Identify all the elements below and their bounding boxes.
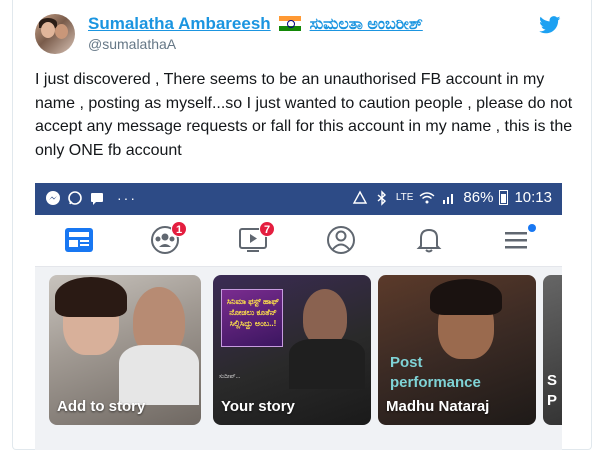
story-label: Add to story [57, 398, 146, 415]
battery-percent: 86% [463, 189, 494, 206]
wifi-icon [419, 191, 435, 203]
story-overlay-text: Post performance [390, 354, 481, 391]
battery-icon [499, 190, 509, 205]
name-line: Sumalatha Ambareesh ಸುಮಲತಾ ಅಂಬರೀಶ್ [88, 14, 423, 34]
drive-icon [352, 190, 367, 204]
network-type: LTE [395, 192, 414, 203]
avatar[interactable] [35, 14, 75, 54]
display-name-link[interactable]: Sumalatha Ambareesh [88, 14, 271, 33]
story-label: Your story [221, 398, 295, 415]
nav-groups[interactable]: 1 [149, 221, 187, 257]
groups-badge: 1 [171, 221, 187, 237]
signal-icon [443, 193, 454, 204]
nav-news-feed[interactable] [63, 225, 97, 257]
clock: 10:13 [514, 189, 552, 206]
chat-icon [91, 193, 103, 205]
tweet-card: Sumalatha Ambareesh ಸುಮಲತಾ ಅಂಬರೀಶ್ @suma… [12, 0, 592, 450]
story-your-story[interactable]: ಸಿನಿಮಾ ಫಸ್ಟ್ ಹಾಫ್ ನೋಡಲು ಕೂತೆನ್ ಸಿಲ್ಲಿಸಿದ… [213, 275, 371, 425]
story-add-to-story[interactable]: Add to story [49, 275, 201, 425]
story-photo-man [303, 289, 347, 345]
nav-watch[interactable]: 7 [237, 221, 275, 257]
more-notifications: ··· [117, 190, 137, 206]
bell-icon [416, 228, 442, 253]
story-caption: ಸುದೀಪ್... [219, 374, 241, 380]
nav-profile[interactable] [325, 225, 359, 257]
messenger-icon [46, 191, 60, 205]
watch-badge: 7 [259, 221, 275, 237]
india-flag-icon [279, 16, 302, 31]
story-partial[interactable]: S P [543, 275, 562, 425]
menu-notification-dot [528, 224, 536, 232]
bluetooth-icon [377, 189, 386, 206]
stories-tray: Add to story ಸಿನಿಮಾ ಫಸ್ಟ್ ಹಾಫ್ ನೋಡಲು ಕೂತ… [35, 267, 562, 450]
news-feed-icon [65, 228, 93, 252]
twitter-bird-icon[interactable] [539, 16, 561, 34]
phone-status-bar: ··· LTE 86% 10:13 [35, 183, 562, 215]
story-poster: ಸಿನಿಮಾ ಫಸ್ಟ್ ಹಾಫ್ ನೋಡಲು ಕೂತೆನ್ ಸಿಲ್ಲಿಸಿದ… [221, 289, 283, 347]
nav-menu[interactable] [501, 224, 536, 257]
user-handle[interactable]: @sumalathaA [88, 36, 176, 52]
story-label: Madhu Nataraj [386, 398, 490, 415]
kannada-name-link[interactable]: ಸುಮಲತಾ ಅಂಬರೀಶ್ [310, 16, 423, 33]
embedded-screenshot: ··· LTE 86% 10:13 1 7 Add to story ಸಿನಿಮ… [35, 183, 562, 450]
story-madhu-nataraj[interactable]: Post performance Madhu Nataraj [378, 275, 536, 425]
profile-icon [327, 226, 355, 254]
nav-notifications[interactable] [413, 225, 447, 257]
facebook-nav-bar: 1 7 [35, 215, 562, 267]
story-label: S P [547, 372, 558, 409]
tweet-text: I just discovered , There seems to be an… [35, 71, 573, 159]
whatsapp-icon [68, 191, 82, 205]
